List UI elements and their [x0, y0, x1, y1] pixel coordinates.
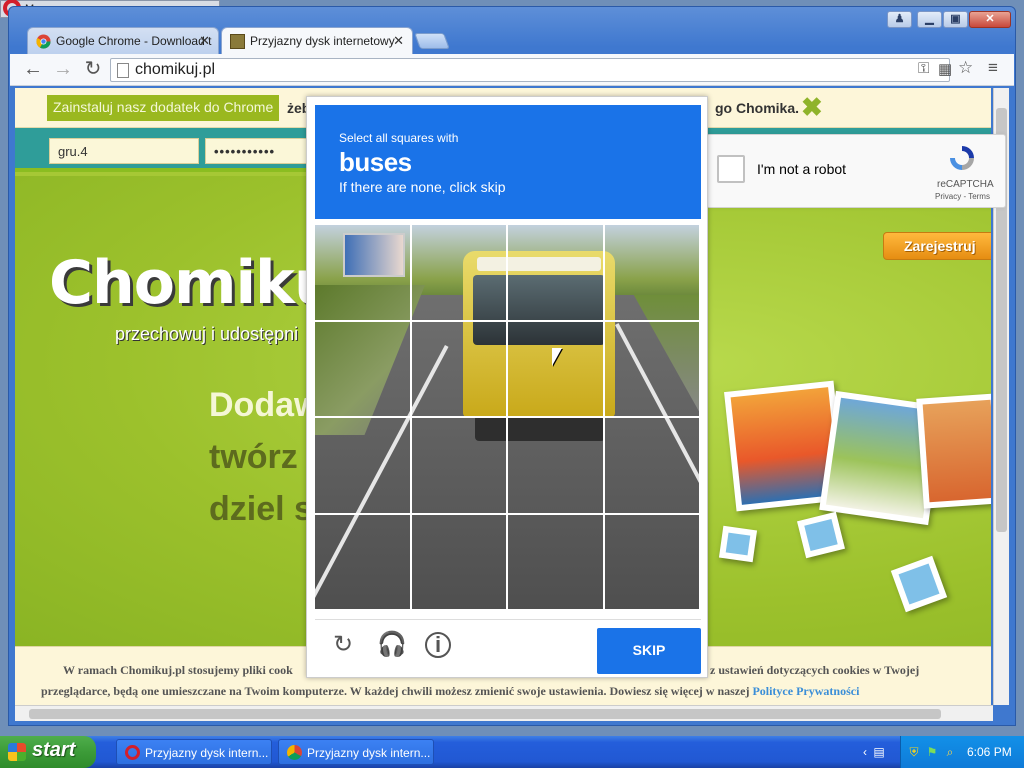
grid-tile-r2-c4[interactable] [604, 321, 701, 418]
user-profile-button[interactable]: ♟ [887, 11, 912, 28]
desktop: Menu ♟ ▁ ▣ ✕ Google Chrome - Download t … [0, 0, 1024, 736]
tab-przyjazny-dysk[interactable]: Przyjazny dysk internetowy ✕ [221, 27, 413, 55]
taskbar: start Przyjazny dysk intern... Przyjazny… [0, 736, 1024, 768]
grid-tile-r2-c3[interactable] [508, 321, 605, 418]
close-icon[interactable]: ✖ [801, 94, 823, 120]
taskbar-item-opera[interactable]: Przyjazny dysk intern... [116, 739, 272, 765]
recaptcha-challenge: Select all squares with buses If there a… [306, 96, 708, 678]
browser-toolbar: ← → ↻ chomikuj.pl ⚿ ▦ ☆ ≡ [10, 54, 1014, 86]
hero-line-3: dziel s [209, 490, 313, 528]
network-icon[interactable]: ⚑ [925, 745, 939, 759]
keyboard-icon[interactable]: ▤ [872, 745, 886, 759]
clock: 6:06 PM [967, 745, 1012, 759]
username-field[interactable]: gru.4 [49, 138, 199, 164]
target-object: buses [339, 147, 412, 177]
tab-close-icon[interactable]: ✕ [393, 33, 404, 49]
grid-tile-r1-c1[interactable] [315, 225, 412, 322]
recaptcha-label: I'm not a robot [757, 161, 847, 177]
info-icon[interactable]: i [425, 632, 451, 658]
grid-tile-r4-c2[interactable] [411, 514, 508, 611]
tab-label: Przyjazny dysk internetowy [250, 34, 395, 48]
tab-google-chrome-download[interactable]: Google Chrome - Download t ✕ [27, 27, 219, 55]
tray-expand-icon[interactable]: ‹ [858, 745, 872, 759]
reload-challenge-icon[interactable]: ↻ [329, 632, 357, 660]
security-shield-icon[interactable]: ⛨ [907, 745, 921, 759]
hero-line-1: Dodaw [209, 386, 321, 424]
chrome-icon [287, 745, 302, 760]
grid-tile-r3-c3[interactable] [508, 418, 605, 515]
audio-challenge-icon[interactable]: 🎧 [377, 632, 407, 660]
url-text: chomikuj.pl [135, 61, 216, 78]
cookie-text-line1: W ramach Chomikuj.pl stosujemy pliki coo… [63, 663, 293, 677]
photo-desert [916, 393, 991, 509]
tagline: przechowuj i udostępni [115, 324, 299, 344]
grid-tile-r1-c4[interactable] [604, 225, 701, 322]
system-tray: ⛨ ⚑ ⌕ 6:06 PM [900, 736, 1024, 768]
cookie-text: przeglądarce, będą one umieszczane na Tw… [41, 684, 750, 698]
image-file-icon [718, 525, 758, 563]
horizontal-scrollbar[interactable] [15, 705, 993, 721]
close-window-button[interactable]: ✕ [969, 11, 1011, 28]
grid-tile-r4-c4[interactable] [604, 514, 701, 611]
recaptcha-checkbox-widget: I'm not a robot reCAPTCHA Privacy - Term… [706, 134, 1006, 208]
challenge-footer: ↻ 🎧 i SKIP [315, 619, 701, 674]
back-arrow-icon[interactable]: ← [22, 59, 44, 81]
search-icon[interactable]: ⌕ [943, 745, 957, 759]
grid-tile-r4-c3[interactable] [508, 514, 605, 611]
recaptcha-terms[interactable]: Privacy - Terms [935, 192, 990, 201]
grid-tile-r3-c4[interactable] [604, 418, 701, 515]
forward-arrow-icon[interactable]: → [52, 59, 74, 81]
task-label: Przyjazny dysk intern... [145, 746, 269, 760]
instruction-subtext: If there are none, click skip [339, 179, 506, 195]
menu-icon[interactable]: ≡ [988, 58, 998, 78]
taskbar-item-chrome[interactable]: Przyjazny dysk intern... [278, 739, 434, 765]
recaptcha-logo-icon [950, 146, 974, 170]
recaptcha-checkbox[interactable] [717, 155, 745, 183]
tab-close-icon[interactable]: ✕ [199, 33, 210, 49]
key-icon[interactable]: ⚿ [918, 60, 929, 77]
privacy-policy-link[interactable]: Polityce Prywatności [752, 684, 859, 698]
tab-label: Google Chrome - Download t [56, 34, 212, 48]
hero-line-2: twórz [209, 438, 298, 476]
cookie-text-line1-tail: z ustawień dotyczących cookies w Twojej [710, 663, 920, 677]
chomikuj-favicon-icon [230, 34, 245, 49]
challenge-header: Select all squares with buses If there a… [315, 105, 701, 219]
translate-icon[interactable]: ▦ [938, 60, 952, 78]
chrome-icon [36, 34, 51, 49]
minimize-button[interactable]: ▁ [917, 11, 942, 28]
infobar-text-tail: go Chomika. [715, 100, 800, 116]
maximize-button[interactable]: ▣ [943, 11, 968, 28]
skip-button[interactable]: SKIP [597, 628, 701, 674]
grid-tile-r3-c1[interactable] [315, 418, 412, 515]
challenge-image-grid [315, 225, 701, 611]
bookmark-star-icon[interactable]: ☆ [958, 58, 973, 78]
windows-logo-icon [8, 743, 26, 761]
password-field[interactable]: ••••••••••• [205, 138, 315, 164]
grid-tile-r2-c2[interactable] [411, 321, 508, 418]
install-extension-button[interactable]: Zainstaluj nasz dodatek do Chrome [47, 95, 280, 121]
mouse-cursor-icon [552, 348, 562, 366]
task-label: Przyjazny dysk intern... [307, 746, 431, 760]
grid-tile-r4-c1[interactable] [315, 514, 412, 611]
scroll-thumb[interactable] [29, 709, 941, 719]
address-bar[interactable]: chomikuj.pl [110, 58, 950, 82]
instruction-text: Select all squares with [339, 131, 459, 145]
page-icon [117, 63, 129, 78]
grid-tile-r2-c1[interactable] [315, 321, 412, 418]
grid-tile-r1-c2[interactable] [411, 225, 508, 322]
register-button[interactable]: Zarejestruj [883, 232, 991, 260]
image-file-icon [796, 511, 846, 559]
reload-icon[interactable]: ↻ [82, 59, 104, 81]
grid-tile-r3-c2[interactable] [411, 418, 508, 515]
start-label: start [32, 739, 76, 761]
recaptcha-brand: reCAPTCHA [937, 179, 994, 190]
new-tab-button[interactable] [414, 33, 450, 49]
grid-tile-r1-c3[interactable] [508, 225, 605, 322]
start-button[interactable]: start [0, 736, 96, 768]
opera-icon [125, 745, 140, 760]
image-file-icon [890, 555, 948, 613]
cookie-text-line2: przeglądarce, będą one umieszczane na Tw… [41, 684, 859, 699]
